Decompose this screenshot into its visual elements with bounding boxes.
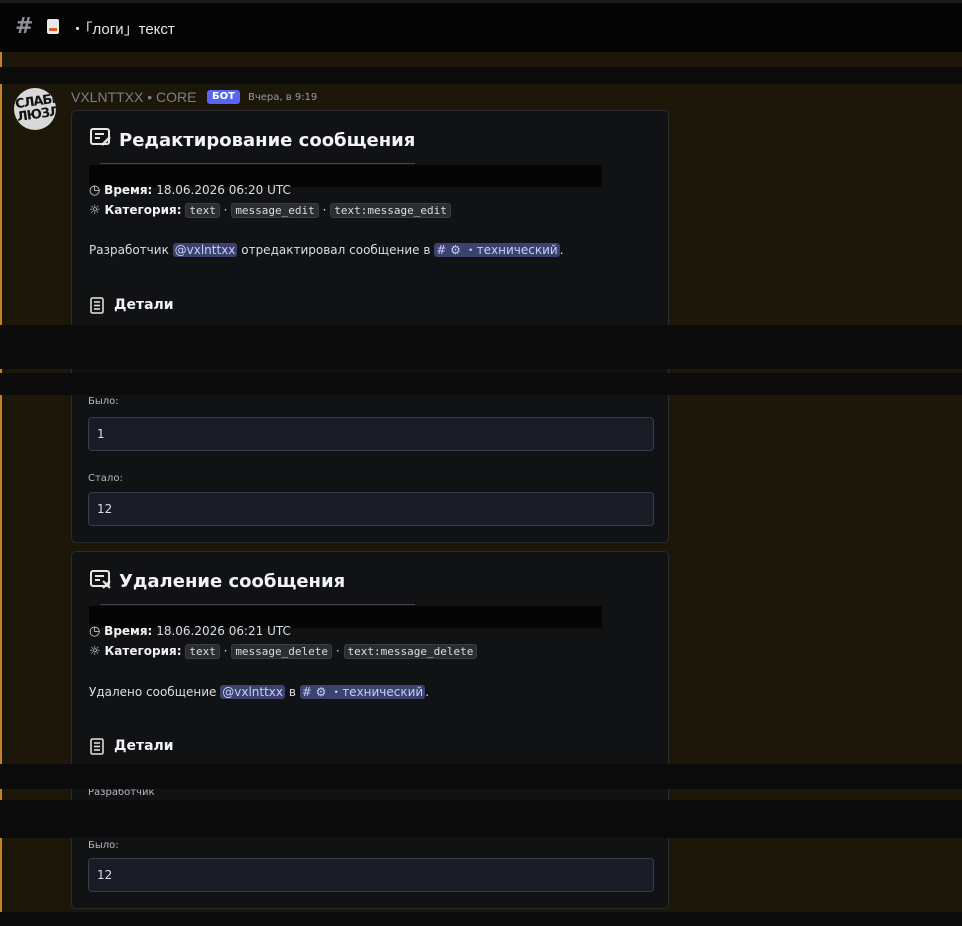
user-mention[interactable]: @vxlnttxx (220, 685, 286, 699)
avatar[interactable]: СЛАБЫМ ЛЮЗЛЭ (14, 88, 56, 130)
category-tag: text (185, 203, 220, 218)
channel-hash-icon: # (15, 14, 34, 39)
time-value: 18.06.2026 06:21 UTC (156, 624, 291, 638)
time-label: Время: (104, 183, 153, 197)
author-name[interactable]: VXLNTTXX • CORE (71, 89, 196, 105)
redacted-band (0, 912, 962, 926)
document-icon (47, 19, 59, 34)
avatar-text: СЛАБЫМ ЛЮЗЛЭ (14, 88, 56, 126)
bot-badge: БОТ (207, 90, 240, 104)
separator: · (223, 644, 228, 658)
category-line: ☼ Категория: text · message_edit · text:… (89, 203, 451, 218)
category-tag: message_delete (231, 644, 333, 659)
message-timestamp: Вчера, в 9:19 (248, 92, 318, 103)
details-icon (90, 297, 104, 314)
embed-message-delete: Удаление сообщения ◷ Время: 18.06.2026 0… (71, 551, 669, 909)
edit-message-icon (90, 128, 111, 146)
divider (100, 604, 415, 605)
desc-text: . (425, 685, 430, 699)
was-value-box: 1 (88, 417, 654, 451)
time-line: ◷ Время: 18.06.2026 06:20 UTC (89, 183, 291, 198)
category-tag: text:message_delete (343, 644, 478, 659)
embed-description: Разработчик @vxlnttxx отредактировал соо… (89, 241, 564, 258)
separator: · (335, 644, 340, 658)
channel-mention[interactable]: # ⚙ ・технический (434, 243, 560, 257)
was-value-box: 12 (88, 858, 654, 892)
gear-icon: ☼ (89, 644, 101, 659)
time-line: ◷ Время: 18.06.2026 06:21 UTC (89, 624, 291, 639)
redacted-band (0, 325, 962, 369)
details-icon (90, 738, 104, 755)
desc-text: . (559, 243, 564, 257)
category-tag: text (185, 644, 220, 659)
now-label: Стало: (88, 473, 123, 484)
redacted-band (0, 67, 962, 84)
details-title: Детали (114, 297, 174, 313)
channel-title: ・「логи」текст (70, 21, 175, 38)
redacted-band (0, 800, 962, 838)
redacted-band (0, 764, 962, 789)
embed-title: Удаление сообщения (119, 571, 346, 592)
embed-description: Удалено сообщение @vxlnttxx в # ⚙ ・техни… (89, 683, 429, 700)
user-mention[interactable]: @vxlnttxx (172, 243, 238, 257)
separator: · (223, 203, 228, 217)
details-title: Детали (114, 738, 174, 754)
desc-text: Удалено сообщение (89, 685, 217, 699)
embed-title: Редактирование сообщения (119, 130, 416, 151)
category-label: Категория: (104, 644, 182, 658)
category-tag: text:message_edit (330, 203, 451, 218)
delete-message-icon (90, 570, 111, 589)
divider (100, 163, 415, 164)
desc-text: отредактировал сообщение в (241, 243, 431, 257)
category-label: Категория: (104, 203, 182, 217)
clock-icon: ◷ (89, 183, 101, 198)
now-value-box: 12 (88, 492, 654, 526)
desc-text: в (288, 685, 296, 699)
category-line: ☼ Категория: text · message_delete · tex… (89, 644, 478, 659)
clock-icon: ◷ (89, 624, 101, 639)
desc-text: Разработчик (89, 243, 169, 257)
separator: · (322, 203, 327, 217)
channel-mention[interactable]: # ⚙ ・технический (299, 685, 426, 699)
time-value: 18.06.2026 06:20 UTC (156, 183, 291, 197)
was-label: Было: (88, 396, 119, 407)
redacted-band (0, 373, 962, 395)
was-label: Было: (88, 840, 119, 851)
time-label: Время: (104, 624, 153, 638)
gear-icon: ☼ (89, 203, 101, 218)
category-tag: message_edit (231, 203, 319, 218)
